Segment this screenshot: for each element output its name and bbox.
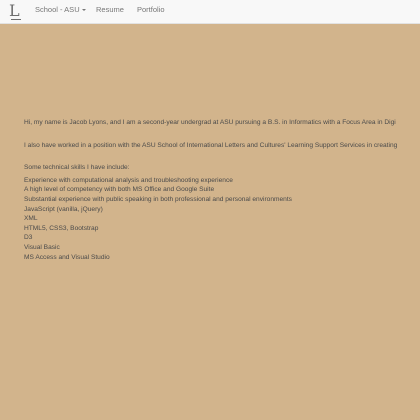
nav-school-dropdown[interactable]: School - ASU (35, 0, 86, 22)
main-content: Hi, my name is Jacob Lyons, and I am a s… (24, 118, 420, 262)
work-paragraph: I also have worked in a position with th… (24, 141, 398, 149)
skill-item: Substantial experience with public speak… (24, 195, 420, 205)
nav-resume-link[interactable]: Resume (96, 0, 124, 22)
top-navbar: L School - ASU Resume Portfolio (0, 0, 420, 24)
intro-paragraph: Hi, my name is Jacob Lyons, and I am a s… (24, 119, 396, 126)
brand-logo[interactable]: L (9, 1, 21, 21)
skill-item: Experience with computational analysis a… (24, 176, 420, 186)
skills-heading: Some technical skills I have include: (24, 164, 130, 172)
skill-item: A high level of competency with both MS … (24, 185, 420, 195)
nav-school-label: School - ASU (35, 5, 80, 14)
skill-item: HTML5, CSS3, Bootstrap (24, 224, 420, 234)
skill-item: JavaScript (vanilla, jQuery) (24, 205, 420, 215)
nav-portfolio-link[interactable]: Portfolio (137, 0, 165, 22)
skill-item: Visual Basic (24, 243, 420, 253)
skill-item: XML (24, 214, 420, 224)
skill-item: D3 (24, 233, 420, 243)
skill-item: MS Access and Visual Studio (24, 253, 420, 263)
caret-down-icon (81, 9, 86, 12)
skills-list: Experience with computational analysis a… (24, 176, 420, 262)
